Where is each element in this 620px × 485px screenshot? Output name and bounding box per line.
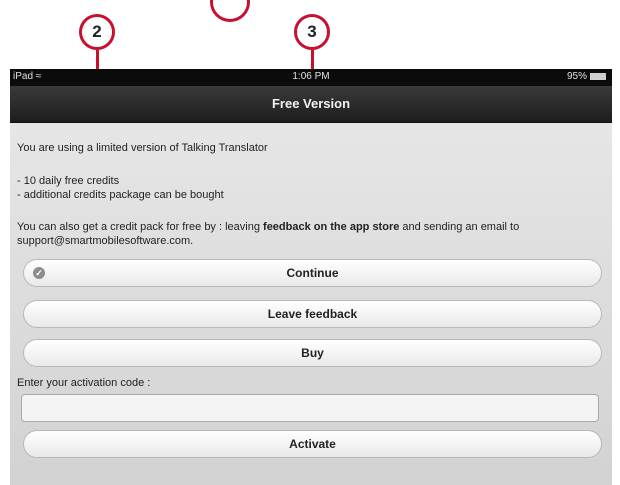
- activation-code-input[interactable]: [21, 394, 599, 422]
- buy-button[interactable]: Buy: [23, 339, 602, 367]
- support-email: support@smartmobilesoftware.com.: [17, 235, 194, 247]
- status-battery: 95%: [567, 71, 606, 82]
- content-area: You are using a limited version of Talki…: [10, 123, 612, 485]
- credit-text-part-1: You can also get a credit pack for free …: [17, 221, 264, 233]
- activation-label: Enter your activation code :: [17, 377, 151, 389]
- callout-2: 2: [79, 14, 115, 50]
- ipad-screen: iPad ≈ 1:06 PM 95% Free Version You are …: [10, 69, 612, 485]
- callout-3: 3: [294, 14, 330, 50]
- credit-pack-text: You can also get a credit pack for free …: [17, 220, 519, 234]
- checkmark-icon: ✓: [33, 267, 45, 279]
- activate-button[interactable]: Activate: [23, 430, 602, 458]
- continue-label: Continue: [286, 266, 339, 280]
- credit-text-part-2: and sending an email to: [399, 221, 520, 233]
- activate-label: Activate: [289, 437, 336, 451]
- battery-icon: [590, 73, 606, 80]
- bullet-credits-package: - additional credits package can be boug…: [17, 189, 224, 201]
- buy-label: Buy: [301, 346, 324, 360]
- navigation-bar: Free Version: [10, 86, 612, 123]
- status-bar: iPad ≈ 1:06 PM 95%: [10, 69, 612, 86]
- leave-feedback-label: Leave feedback: [267, 307, 358, 321]
- page-title: Free Version: [271, 96, 351, 111]
- credit-text-bold: feedback on the app store: [263, 221, 400, 233]
- status-time: 1:06 PM: [292, 71, 330, 82]
- continue-button[interactable]: ✓ Continue: [23, 259, 602, 287]
- intro-text: You are using a limited version of Talki…: [17, 142, 268, 154]
- bullet-daily-credits: - 10 daily free credits: [17, 175, 120, 187]
- leave-feedback-button[interactable]: Leave feedback: [23, 300, 602, 328]
- callout-arc: [210, 0, 250, 22]
